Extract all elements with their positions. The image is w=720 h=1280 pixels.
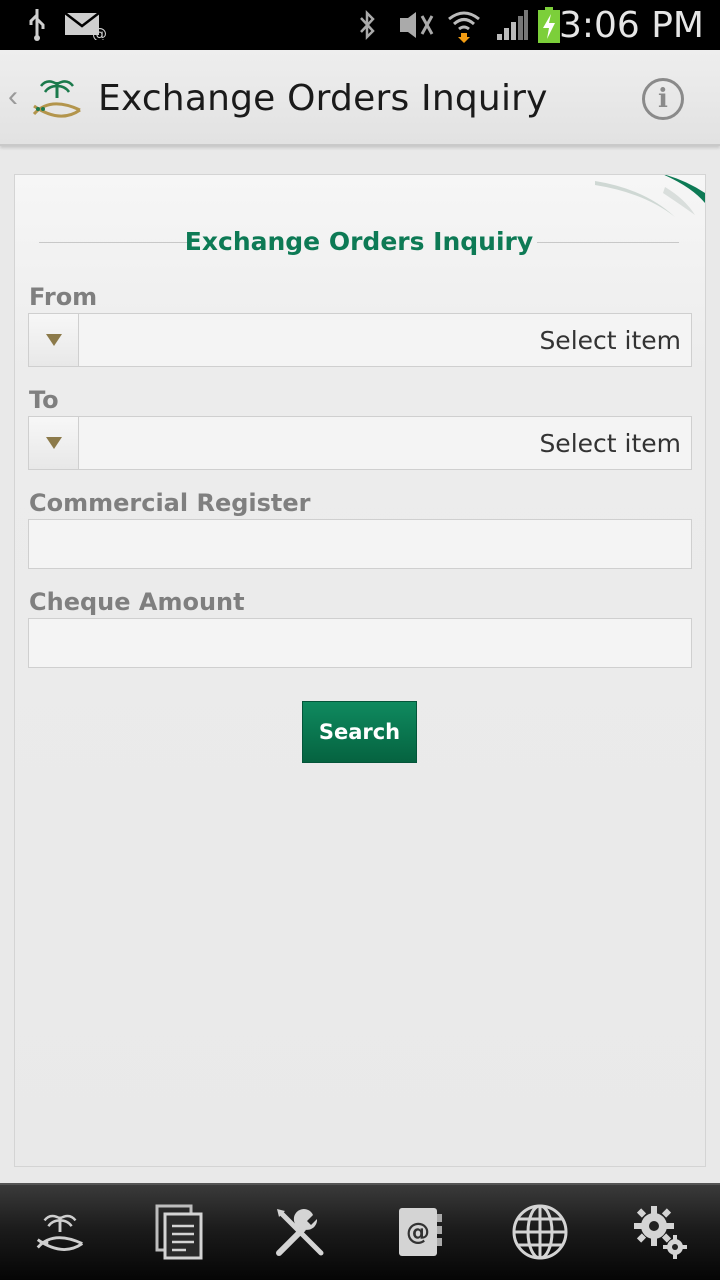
heading-divider-right: [537, 242, 679, 243]
to-select-value: Select item: [539, 429, 681, 458]
to-select[interactable]: Select item: [28, 416, 692, 470]
cheque-amount-label: Cheque Amount: [29, 588, 245, 616]
back-chevron-icon[interactable]: ‹: [8, 80, 18, 114]
commercial-register-input[interactable]: [28, 519, 692, 569]
form-heading-row: Exchange Orders Inquiry: [39, 227, 679, 257]
action-bar: ‹ Exchange Orders Inquiry i: [0, 50, 720, 146]
globe-icon[interactable]: [500, 1197, 580, 1267]
tools-icon[interactable]: [260, 1197, 340, 1267]
wifi-icon: [446, 6, 482, 44]
contacts-icon[interactable]: @: [380, 1197, 460, 1267]
from-select-value: Select item: [539, 326, 681, 355]
svg-text:@: @: [92, 25, 106, 40]
ministry-logo-icon[interactable]: [26, 76, 88, 120]
commercial-register-label: Commercial Register: [29, 489, 311, 517]
documents-icon[interactable]: [140, 1197, 220, 1267]
settings-icon[interactable]: [620, 1197, 700, 1267]
svg-text:@: @: [406, 1218, 430, 1246]
nfc-mute-icon: [396, 6, 436, 44]
form-card: Exchange Orders Inquiry From Select item…: [14, 174, 706, 1167]
from-label: From: [29, 283, 98, 311]
info-button[interactable]: i: [642, 78, 684, 120]
decorative-swoosh-icon: [499, 175, 705, 217]
from-select[interactable]: Select item: [28, 313, 692, 367]
usb-icon: [22, 6, 52, 44]
search-button[interactable]: Search: [302, 701, 417, 763]
home-logo-icon[interactable]: [20, 1197, 100, 1267]
chevron-down-icon[interactable]: [29, 417, 79, 469]
page-title: Exchange Orders Inquiry: [98, 78, 548, 119]
status-bar: @ 3:06 PM: [0, 0, 720, 50]
to-label: To: [29, 386, 59, 414]
chevron-down-icon[interactable]: [29, 314, 79, 366]
bluetooth-icon: [354, 6, 380, 44]
status-time: 3:06 PM: [558, 5, 704, 46]
email-icon: @: [64, 6, 106, 44]
cheque-amount-input[interactable]: [28, 618, 692, 668]
signal-icon: [494, 6, 530, 44]
bottom-nav: @: [0, 1183, 720, 1280]
